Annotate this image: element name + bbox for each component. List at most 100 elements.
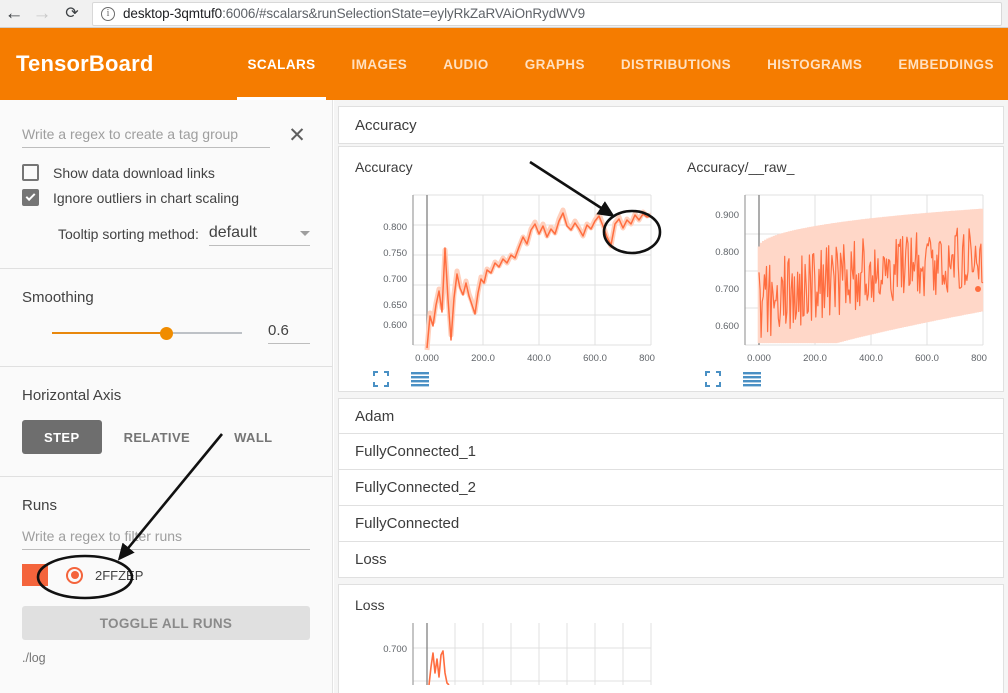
address-bar[interactable]: i desktop-3qmtuf0:6006/#scalars&runSelec… — [92, 1, 1002, 26]
info-icon[interactable]: i — [101, 6, 115, 21]
run-color-swatch — [22, 564, 48, 586]
smoothing-slider[interactable] — [52, 324, 242, 342]
url-host: desktop-3qmtuf0 — [123, 6, 223, 21]
ytick-label: 0.650 — [383, 300, 407, 311]
xtick-label: 400.0 — [527, 353, 551, 364]
chart-accuracy: Accuracy 0.600 0.650 0.700 0.750 0.800 0… — [339, 153, 671, 387]
toggle-all-runs-button[interactable]: TOGGLE ALL RUNS — [22, 606, 310, 640]
xtick-label: 800.0 — [639, 353, 655, 364]
forward-icon[interactable]: → — [28, 0, 56, 28]
runs-label: Runs — [22, 497, 58, 514]
checkbox-label: Show data download links — [53, 164, 215, 181]
back-icon[interactable]: ← — [0, 0, 28, 28]
chevron-down-icon[interactable] — [300, 231, 310, 236]
fullscreen-icon[interactable] — [705, 371, 721, 387]
axis-option-relative[interactable]: RELATIVE — [102, 420, 213, 454]
ytick-label: 0.700 — [715, 284, 739, 295]
main-tabs: SCALARS IMAGES AUDIO GRAPHS DISTRIBUTION… — [229, 28, 1008, 100]
chart-loss-plot[interactable]: 0.700 — [355, 615, 655, 685]
xtick-label: 0.000 — [415, 353, 439, 364]
divider — [0, 366, 332, 367]
tab-graphs[interactable]: GRAPHS — [507, 28, 603, 100]
tooltip-sorting-label: Tooltip sorting method: — [58, 226, 199, 242]
group-header-accuracy[interactable]: Accuracy — [339, 107, 1003, 143]
xtick-label: 600.0 — [915, 353, 939, 364]
last-point-marker — [975, 286, 981, 292]
xtick-label: 200.0 — [803, 353, 827, 364]
main-content: Accuracy Accuracy 0.600 0.650 0.700 0.75… — [334, 100, 1008, 693]
xtick-label: 0.000 — [747, 353, 771, 364]
chart-accuracy-raw-plot[interactable]: 0.600 0.700 0.800 0.900 0.000 200.0 400.… — [687, 177, 987, 367]
chart-accuracy-raw: Accuracy/__raw_ 0.600 0.700 0.800 0.900 … — [671, 153, 1003, 387]
chart-loss: Loss 0.700 — [339, 585, 672, 685]
ytick-label: 0.700 — [383, 644, 407, 655]
tooltip-sorting-row: Tooltip sorting method: default — [22, 224, 310, 246]
axis-option-wall[interactable]: WALL — [212, 420, 294, 454]
tab-audio[interactable]: AUDIO — [425, 28, 507, 100]
smoothing-row: 0.6 — [22, 322, 310, 344]
xtick-label: 800.0 — [971, 353, 987, 364]
run-item-2ffzep[interactable]: 2FFZEP — [22, 564, 310, 586]
axis-option-step[interactable]: STEP — [22, 420, 102, 454]
smoothing-label: Smoothing — [22, 289, 94, 306]
fullscreen-icon[interactable] — [373, 371, 389, 387]
ytick-label: 0.600 — [383, 320, 407, 331]
close-icon[interactable]: ✕ — [284, 124, 310, 150]
tab-histograms[interactable]: HISTOGRAMS — [749, 28, 880, 100]
chart-title: Accuracy/__raw_ — [687, 159, 795, 175]
group-header-fullyconnected-1[interactable]: FullyConnected_1 — [338, 434, 1004, 470]
checkbox-icon-checked[interactable] — [22, 189, 39, 206]
reload-icon[interactable]: ⟳ — [58, 0, 86, 28]
runs-filter-input[interactable] — [22, 528, 310, 550]
charts-container-loss: Loss 0.700 — [338, 584, 1004, 693]
ytick-label: 0.900 — [715, 210, 739, 221]
horizontal-axis-toggle: STEP RELATIVE WALL — [22, 420, 310, 454]
horizontal-axis-label: Horizontal Axis — [22, 387, 122, 404]
divider — [0, 476, 332, 477]
checkbox-ignore-outliers[interactable]: Ignore outliers in chart scaling — [22, 189, 310, 206]
tag-regex-row: ✕ — [22, 100, 310, 148]
group-header-adam[interactable]: Adam — [338, 398, 1004, 434]
tab-embeddings[interactable]: EMBEDDINGS — [880, 28, 1008, 100]
data-lines-icon[interactable] — [411, 371, 429, 387]
slider-knob[interactable] — [160, 327, 174, 340]
smoothing-value[interactable]: 0.6 — [268, 322, 310, 344]
checkbox-label: Ignore outliers in chart scaling — [53, 189, 239, 206]
tab-images[interactable]: IMAGES — [334, 28, 426, 100]
tooltip-sorting-select[interactable]: default — [208, 224, 310, 246]
group-card-accuracy: Accuracy — [338, 106, 1004, 144]
run-label: 2FFZEP — [95, 567, 144, 583]
app-title: TensorBoard — [16, 51, 154, 76]
app-header: TensorBoard SCALARS IMAGES AUDIO GRAPHS … — [0, 28, 1008, 100]
chart-title: Accuracy — [355, 159, 413, 175]
ytick-label: 0.600 — [715, 321, 739, 332]
data-lines-icon[interactable] — [743, 371, 761, 387]
divider — [0, 268, 332, 269]
group-header-fullyconnected[interactable]: FullyConnected — [338, 506, 1004, 542]
run-radio-icon[interactable] — [66, 566, 83, 584]
slider-fill — [52, 332, 166, 334]
ytick-label: 0.700 — [383, 274, 407, 285]
browser-toolbar: ← → ⟳ i desktop-3qmtuf0:6006/#scalars&ru… — [0, 0, 1008, 28]
group-header-loss[interactable]: Loss — [338, 542, 1004, 578]
url-text: desktop-3qmtuf0:6006/#scalars&runSelecti… — [123, 6, 585, 21]
chart-title: Loss — [355, 597, 385, 613]
url-path: :6006/#scalars&runSelectionState=eylyRkZ… — [222, 6, 586, 21]
xtick-label: 600.0 — [583, 353, 607, 364]
tab-distributions[interactable]: DISTRIBUTIONS — [603, 28, 749, 100]
xtick-label: 400.0 — [859, 353, 883, 364]
ytick-label: 0.800 — [715, 247, 739, 258]
ytick-label: 0.750 — [383, 248, 407, 259]
tab-scalars[interactable]: SCALARS — [229, 28, 333, 100]
checkbox-show-download-links[interactable]: Show data download links — [22, 164, 310, 181]
chart-accuracy-plot[interactable]: 0.600 0.650 0.700 0.750 0.800 0.000 200.… — [355, 177, 655, 367]
chart-toolbar — [355, 371, 671, 387]
checkbox-icon-unchecked[interactable] — [22, 164, 39, 181]
group-header-fullyconnected-2[interactable]: FullyConnected_2 — [338, 470, 1004, 506]
chart-toolbar — [687, 371, 1003, 387]
charts-container-accuracy: Accuracy 0.600 0.650 0.700 0.750 0.800 0… — [338, 146, 1004, 392]
tooltip-sorting-value: default — [208, 224, 257, 241]
tag-regex-input[interactable] — [22, 126, 270, 148]
charts-row: Accuracy 0.600 0.650 0.700 0.750 0.800 0… — [339, 147, 1003, 391]
runs-filter-row — [22, 528, 310, 550]
